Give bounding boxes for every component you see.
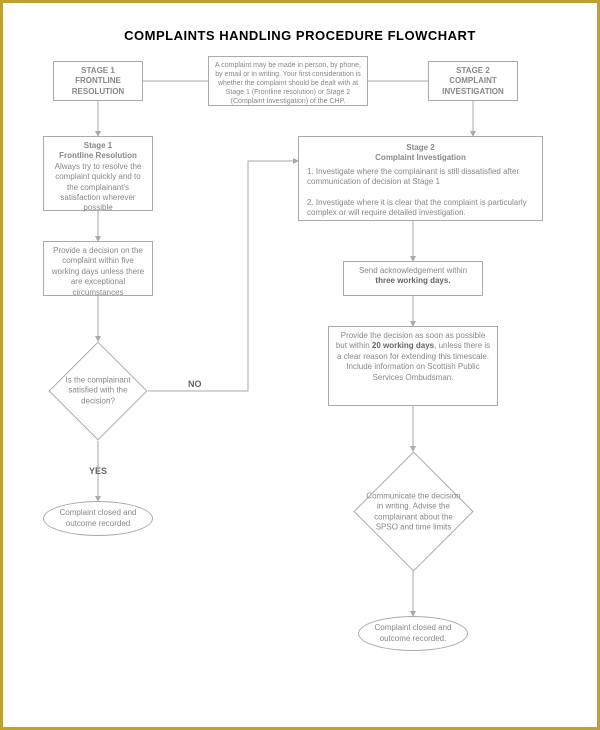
flowchart-canvas: STAGE 1 FRONTLINE RESOLUTION A complaint…: [33, 61, 567, 701]
node-s2-investigate-title: Stage 2 Complaint Investigation: [307, 143, 534, 164]
node-closed-1-text: Complaint closed and outcome recorded: [48, 508, 148, 529]
node-ack-bold: three working days.: [375, 276, 450, 285]
node-communicate-text: Communicate the decision in writing. Adv…: [364, 491, 464, 533]
node-provide: Provide the decision as soon as possible…: [328, 326, 498, 406]
flowchart-title: COMPLAINTS HANDLING PROCEDURE FLOWCHART: [33, 28, 567, 43]
node-ack-pre: Send acknowledgement within: [359, 266, 467, 275]
label-yes: YES: [89, 466, 107, 476]
node-s1-resolve: Stage 1 Frontline Resolution Always try …: [43, 136, 153, 211]
node-stage1-header: STAGE 1 FRONTLINE RESOLUTION: [53, 61, 143, 101]
node-closed-1: Complaint closed and outcome recorded: [43, 501, 153, 536]
node-s1-resolve-title: Stage 1 Frontline Resolution: [50, 141, 146, 162]
node-provide-bold: 20 working days: [372, 341, 434, 350]
node-satisfied-diamond: Is the complainant satisfied with the de…: [49, 342, 148, 441]
node-s1-resolve-body: Always try to resolve the complaint quic…: [50, 162, 146, 214]
node-s2-investigate: Stage 2 Complaint Investigation 1. Inves…: [298, 136, 543, 221]
node-intro: A complaint may be made in person, by ph…: [208, 56, 368, 106]
node-stage2-header: STAGE 2 COMPLAINT INVESTIGATION: [428, 61, 518, 101]
node-ack: Send acknowledgement within three workin…: [343, 261, 483, 296]
node-communicate-diamond: Communicate the decision in writing. Adv…: [353, 451, 473, 571]
label-no: NO: [188, 379, 202, 389]
node-s1-decision: Provide a decision on the complaint with…: [43, 241, 153, 296]
node-closed-2: Complaint closed and outcome recorded.: [358, 616, 468, 651]
node-s2-investigate-body: 1. Investigate where the complainant is …: [307, 167, 534, 219]
node-satisfied-text: Is the complainant satisfied with the de…: [53, 375, 143, 406]
page: COMPLAINTS HANDLING PROCEDURE FLOWCHART: [0, 0, 600, 730]
node-closed-2-text: Complaint closed and outcome recorded.: [363, 623, 463, 644]
